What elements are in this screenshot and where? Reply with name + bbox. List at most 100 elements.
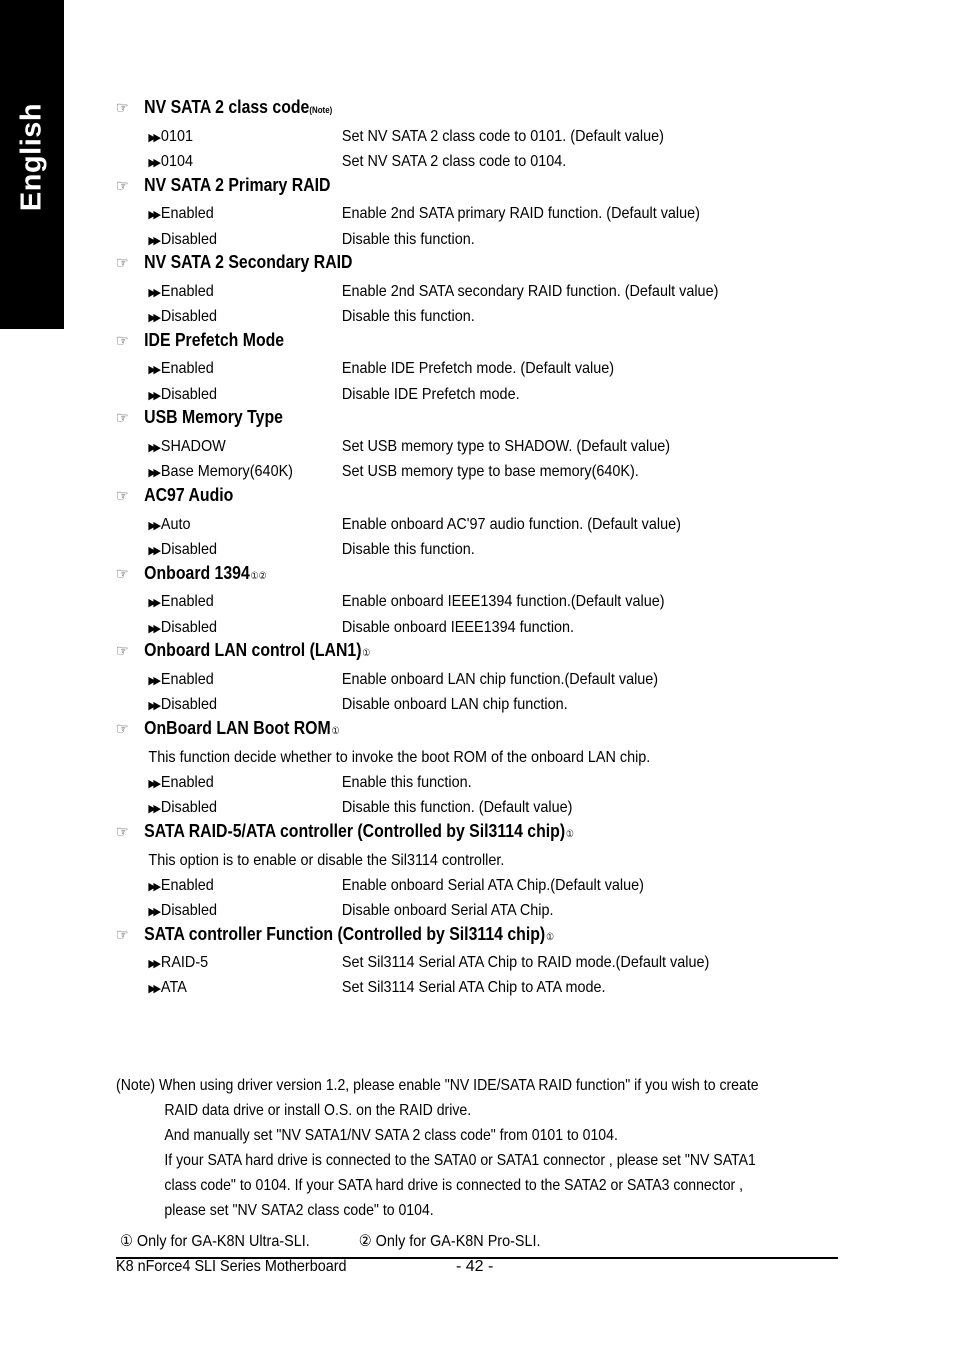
double-arrow-icon: ▶▶ [148,544,161,557]
option-description: Disable this function. [341,230,475,248]
footnote-2: ② Only for GA-K8N Pro-SLI. [358,1233,541,1250]
option-name: ATA [160,979,187,997]
setting-section: ☞ OnBoard LAN Boot ROM ① This function deci… [116,718,856,821]
double-arrow-icon: ▶▶ [148,519,161,532]
model-footnote-marks: ① [546,931,554,943]
pointing-hand-icon: ☞ [116,823,129,841]
double-arrow-icon: ▶▶ [148,312,161,325]
setting-title: ☞ USB Memory Type [116,407,767,434]
note-superscript: (Note) [309,105,333,115]
double-arrow-icon: ▶▶ [148,597,161,610]
pointing-hand-icon: ☞ [116,565,129,583]
setting-description: This function decide whether to invoke t… [148,748,651,766]
option-row: ▶▶ Enabled Enable IDE Prefetch mode. (Defa… [116,357,782,382]
option-name-cell: ▶▶ Enabled [116,205,342,223]
setting-title-text: Onboard LAN control (LAN1) [144,640,362,661]
option-row: ▶▶ Disabled Disable onboard IEEE1394 funct… [116,615,782,640]
note-line: please set "NV SATA2 class code" to 0104… [164,1202,434,1219]
option-name-cell: ▶▶ SHADOW [116,438,342,456]
setting-title: ☞ OnBoard LAN Boot ROM ① [116,718,767,745]
setting-section: ☞ SATA RAID-5/ATA controller (Controlled … [116,821,856,924]
option-name-cell: ▶▶ Disabled [116,308,342,326]
setting-title-text: OnBoard LAN Boot ROM [144,717,331,738]
option-description: Disable onboard Serial ATA Chip. [341,901,554,919]
note-line: RAID data drive or install O.S. on the R… [164,1102,472,1119]
option-name-cell: ▶▶ Disabled [116,799,342,817]
option-name-cell: ▶▶ Disabled [116,386,342,404]
double-arrow-icon: ▶▶ [148,802,161,815]
double-arrow-icon: ▶▶ [148,905,161,918]
option-name: Disabled [160,618,217,636]
option-description: Enable 2nd SATA primary RAID function. (… [341,205,700,223]
option-description: Disable onboard LAN chip function. [341,696,568,714]
option-name-cell: ▶▶ Enabled [116,671,342,689]
option-description: Set NV SATA 2 class code to 0104. [341,152,567,170]
option-description: Enable this function. [341,773,472,791]
setting-title-text: IDE Prefetch Mode [144,329,285,350]
option-description: Disable IDE Prefetch mode. [341,385,520,403]
pointing-hand-icon: ☞ [116,643,129,661]
footer-model: K8 nForce4 SLI Series Motherboard [116,1258,347,1275]
setting-section: ☞ SATA controller Function (Controlled by… [116,924,856,1002]
pointing-hand-icon: ☞ [116,100,129,117]
option-name-cell: ▶▶ Enabled [116,593,342,611]
setting-title: ☞ NV SATA 2 Secondary RAID [116,252,767,279]
setting-title-text: SATA RAID-5/ATA controller (Controlled b… [144,820,566,841]
option-name: Base Memory(640K) [160,463,293,481]
double-arrow-icon: ▶▶ [148,286,161,299]
option-name-cell: ▶▶ 0101 [116,128,342,146]
option-name-cell: ▶▶ Enabled [116,877,342,895]
pointing-hand-icon: ☞ [116,926,129,944]
setting-title: ☞ Onboard LAN control (LAN1) ① [116,640,767,667]
setting-section: ☞ USB Memory Type ▶▶ SHADOW Set USB memory t… [116,407,856,485]
option-row: ▶▶ Disabled Disable onboard Serial ATA Chi… [116,898,782,923]
model-footnote-marks: ① [331,725,340,737]
setting-title-text: NV SATA 2 class code [144,97,310,117]
option-description: Set USB memory type to SHADOW. (Default … [341,438,671,456]
option-name: Disabled [160,540,217,558]
setting-section: ☞ NV SATA 2 Primary RAID ▶▶ Enabled Enable 2… [116,175,856,253]
option-name: Enabled [160,360,214,378]
option-name-cell: ▶▶ Enabled [116,283,342,301]
note-line: And manually set "NV SATA1/NV SATA 2 cla… [164,1127,618,1144]
model-footnote-marks: ① [362,648,371,660]
note-line: If your SATA hard drive is connected to … [164,1152,756,1169]
setting-section: ☞ IDE Prefetch Mode ▶▶ Enabled Enable IDE Pr… [116,330,856,408]
pointing-hand-icon: ☞ [116,255,129,273]
option-description: Disable this function. [341,308,475,326]
option-row: ▶▶ Enabled Enable onboard LAN chip functio… [116,667,782,692]
setting-title: ☞ NV SATA 2 Primary RAID [116,175,767,202]
option-row: ▶▶ Enabled Enable onboard Serial ATA Chip.… [116,873,782,898]
option-description: Enable onboard LAN chip function.(Defaul… [341,670,659,688]
double-arrow-icon: ▶▶ [148,131,161,144]
double-arrow-icon: ▶▶ [148,880,161,893]
page-footer: K8 nForce4 SLI Series Motherboard - 42 - [116,1258,838,1280]
option-description: Enable onboard AC'97 audio function. (De… [341,515,681,533]
option-name: Disabled [160,230,217,248]
option-name: 0101 [160,127,193,145]
option-name: 0104 [160,152,193,170]
option-row: ▶▶ Enabled Enable onboard IEEE1394 functio… [116,590,782,615]
option-description: Disable this function. [341,540,475,558]
pointing-hand-icon: ☞ [116,487,129,505]
double-arrow-icon: ▶▶ [148,622,161,635]
option-row: ▶▶ RAID-5 Set Sil3114 Serial ATA Chip to R… [116,951,782,976]
setting-title-text: NV SATA 2 Primary RAID [144,174,331,195]
model-footnote-marks: ①② [250,570,267,582]
option-description: Disable this function. (Default value) [341,798,573,816]
setting-title: ☞ IDE Prefetch Mode [116,330,767,357]
setting-title: ☞ Onboard 1394 ①② [116,563,767,590]
option-name-cell: ▶▶ Disabled [116,619,342,637]
option-name-cell: ▶▶ Enabled [116,774,342,792]
setting-title: ☞ NV SATA 2 class code (Note) [116,97,767,124]
option-row: ▶▶ Enabled Enable 2nd SATA primary RAID fu… [116,202,782,227]
option-row: ▶▶ Base Memory(640K) Set USB memory type t… [116,460,782,485]
option-name-cell: ▶▶ Auto [116,516,342,534]
option-description: Enable onboard IEEE1394 function.(Defaul… [341,593,665,611]
option-name: Enabled [160,282,214,300]
footnotes: ① Only for GA-K8N Ultra-SLI. ② Only for … [120,1231,541,1251]
pointing-hand-icon: ☞ [116,410,129,428]
option-description: Disable onboard IEEE1394 function. [341,618,575,636]
option-name-cell: ▶▶ Disabled [116,231,342,249]
option-name: Enabled [160,593,214,611]
